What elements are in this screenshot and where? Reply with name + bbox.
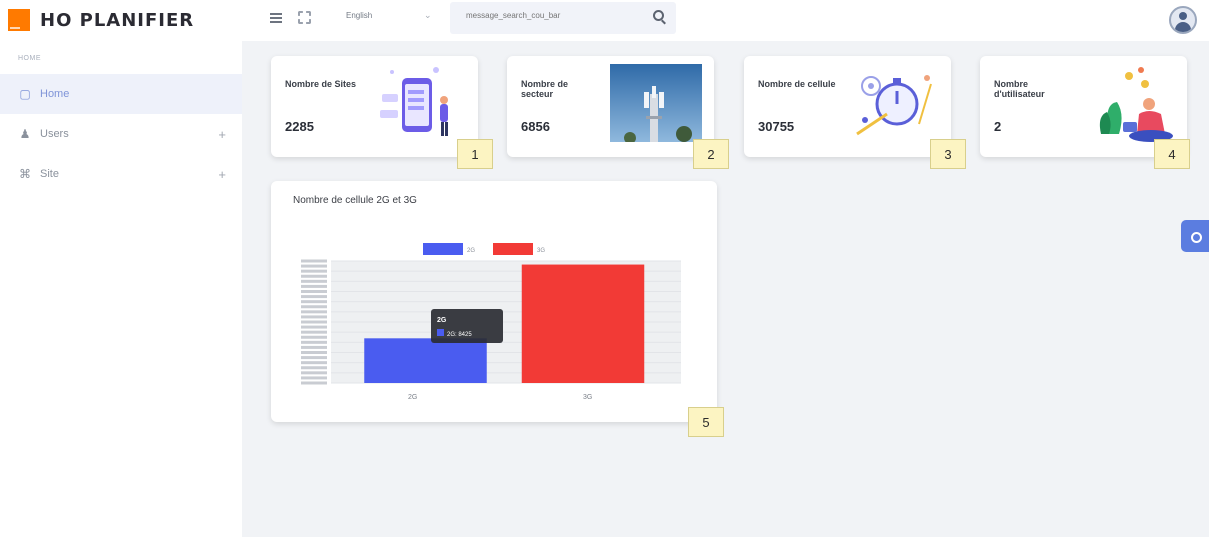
sidebar-item-home[interactable]: ▢ Home [0,74,242,114]
callout-4: 4 [1154,139,1190,169]
chart-bar [364,338,487,383]
y-tick-label [301,284,327,288]
menu-caption: HOME [18,55,41,62]
legend-label: 3G [537,248,545,254]
y-tick-label [301,361,327,365]
bar-chart: 2G 3G 2G 3G 2G 2G: 8425 [301,243,681,401]
y-tick-label [301,340,327,344]
y-tick-label [301,376,327,380]
command-icon: ⌘ [19,167,31,181]
y-tick-label [301,274,327,278]
y-tick-label [301,295,327,299]
y-tick-label [301,310,327,314]
y-tick-label [301,269,327,273]
antenna-tower-image [610,64,702,142]
y-tick-label [301,300,327,304]
settings-gear-icon[interactable] [1181,220,1209,252]
y-tick-label [301,320,327,324]
app: HO PLANIFIER HOME ▢ Home ♟ Users + ⌘ Sit… [0,0,1209,537]
callout-5: 5 [688,407,724,437]
stat-card-cellule: Nombre de cellule 30755 [744,56,951,157]
y-tick-label [301,264,327,268]
tooltip-text: 2G: 8425 [447,332,472,338]
stat-value: 30755 [758,119,795,134]
stat-label: Nombre de cellule [758,79,836,89]
callout-1: 1 [457,139,493,169]
x-tick-label: 2G [408,394,417,401]
x-tick-label: 3G [583,394,592,401]
y-tick-label [301,371,327,375]
legend-label: 2G [467,248,475,254]
user-illustration-icon [1099,67,1173,142]
y-tick-label [301,366,327,370]
chart-bar [521,264,645,383]
orange-logo [8,9,30,31]
avatar[interactable] [1169,6,1197,34]
chevron-down-icon[interactable]: ⌄ [424,10,432,21]
sidebar-item-label: Users [40,128,69,140]
y-tick-label [301,290,327,293]
sidebar-item-label: Home [40,88,70,100]
y-tick-label [301,330,327,334]
stat-card-sites: Nombre de Sites 2285 [271,56,478,157]
language-select[interactable]: English [346,11,372,20]
phone-illustration-icon [380,67,448,136]
search-icon[interactable] [653,10,664,21]
legend-swatch [493,243,533,255]
tooltip-swatch [437,329,444,336]
callout-3: 3 [930,139,966,169]
sidebar-item-label: Site [40,168,59,180]
y-tick-label [301,315,327,319]
y-tick-label [301,351,327,354]
search-input[interactable] [466,11,636,20]
chart-card: Nombre de cellule 2G et 3G 2G 3G 2G 3G 2G 2G:… [271,181,717,422]
stat-label: Nombre d'utilisateur [994,79,1045,99]
stat-value: 6856 [521,119,550,134]
user-icon: ♟ [19,127,31,141]
sidebar-item-users[interactable]: ♟ Users + [0,114,242,154]
topbar: English ⌄ [242,0,1209,41]
search-bar [450,2,676,34]
y-tick-label [301,325,327,329]
y-tick-label [301,356,327,360]
stat-value: 2 [994,119,1002,134]
brand-name: HO PLANIFIER [40,9,195,31]
stat-value: 2285 [285,119,314,134]
menu-toggle-icon[interactable] [270,13,282,23]
fullscreen-icon[interactable] [298,11,311,24]
stat-label: Nombre de secteur [521,79,569,99]
legend-swatch [423,243,463,255]
y-tick-label [301,335,327,339]
tooltip-title: 2G [437,317,447,324]
y-tick-label [301,345,327,349]
y-tick-label [301,259,327,263]
y-tick-label [301,381,327,385]
stat-label: Nombre de Sites [285,79,357,89]
brand[interactable]: HO PLANIFIER [8,8,194,32]
main-content: Nombre de Sites 2285 1 Nombre de secteur… [242,41,1209,537]
stopwatch-illustration-icon [856,75,932,136]
y-tick-label [301,305,327,309]
expand-icon[interactable]: + [218,167,226,182]
expand-icon[interactable]: + [218,127,226,142]
stat-card-secteur: Nombre de secteur 6856 [507,56,714,157]
sidebar-item-site[interactable]: ⌘ Site + [0,154,242,194]
callout-2: 2 [693,139,729,169]
sidebar: HO PLANIFIER HOME ▢ Home ♟ Users + ⌘ Sit… [0,0,242,537]
monitor-icon: ▢ [19,87,31,101]
y-tick-label [301,279,327,283]
